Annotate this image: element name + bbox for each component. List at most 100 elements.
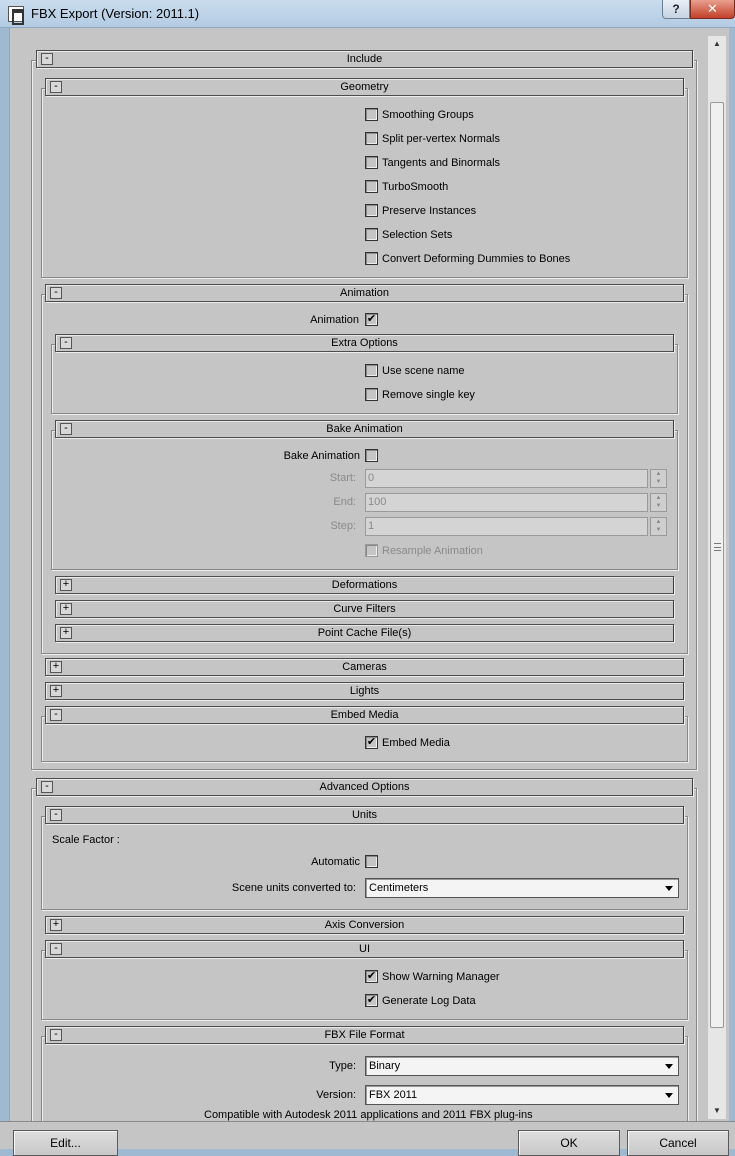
embed-media-checkbox[interactable] [365, 736, 378, 749]
show-warning-manager-checkbox[interactable] [365, 970, 378, 983]
split-normals-label: Split per-vertex Normals [382, 133, 500, 145]
close-button[interactable]: ✕ [690, 0, 735, 19]
tangents-binormals-checkbox[interactable] [365, 156, 378, 169]
start-field[interactable]: 0 [365, 469, 648, 488]
extra-options-title: Extra Options [331, 337, 398, 349]
expand-icon: + [60, 627, 72, 639]
axis-conversion-rollout-header[interactable]: + Axis Conversion [45, 916, 684, 934]
embed-media-rollout-header[interactable]: - Embed Media [45, 706, 684, 724]
spinner-up-icon: ▲ [655, 471, 662, 477]
cameras-rollout-header[interactable]: + Cameras [45, 658, 684, 676]
advanced-options-title: Advanced Options [319, 781, 410, 793]
collapse-icon: - [50, 81, 62, 93]
type-label: Type: [329, 1060, 356, 1072]
collapse-icon: - [41, 53, 53, 65]
step-spinner[interactable]: ▲ ▼ [650, 517, 667, 536]
app-icon [8, 6, 24, 25]
collapse-icon: - [50, 709, 62, 721]
collapse-icon: - [50, 809, 62, 821]
version-dropdown[interactable]: FBX 2011 [365, 1085, 679, 1105]
turbosmooth-label: TurboSmooth [382, 181, 449, 193]
point-cache-title: Point Cache File(s) [317, 627, 412, 639]
lights-title: Lights [349, 685, 380, 697]
chevron-down-icon [665, 1093, 673, 1098]
button-bar: Edit... OK Cancel [0, 1121, 735, 1156]
embed-media-label: Embed Media [382, 737, 450, 749]
edit-button[interactable]: Edit... [13, 1130, 118, 1156]
end-spinner[interactable]: ▲ ▼ [650, 493, 667, 512]
selection-sets-checkbox[interactable] [365, 228, 378, 241]
resample-animation-checkbox[interactable] [365, 544, 378, 557]
end-field[interactable]: 100 [365, 493, 648, 512]
collapse-icon: - [60, 423, 72, 435]
scene-units-dropdown[interactable]: Centimeters [365, 878, 679, 898]
expand-icon: + [50, 919, 62, 931]
use-scene-name-label: Use scene name [382, 365, 465, 377]
collapse-icon: - [60, 337, 72, 349]
curve-filters-rollout-header[interactable]: + Curve Filters [55, 600, 674, 618]
ui-rollout-header[interactable]: - UI [45, 940, 684, 958]
axis-conversion-title: Axis Conversion [324, 919, 405, 931]
chevron-down-icon [665, 1064, 673, 1069]
scroll-down-icon[interactable]: ▼ [708, 1103, 726, 1119]
expand-icon: + [60, 603, 72, 615]
generate-log-data-label: Generate Log Data [382, 995, 476, 1007]
animation-checkbox-label: Animation [310, 314, 359, 326]
collapse-icon: - [50, 287, 62, 299]
start-spinner[interactable]: ▲ ▼ [650, 469, 667, 488]
automatic-checkbox[interactable] [365, 855, 378, 868]
advanced-options-rollout-header[interactable]: - Advanced Options [36, 778, 693, 796]
show-warning-manager-label: Show Warning Manager [382, 971, 500, 983]
ui-title: UI [359, 943, 370, 955]
scale-factor-label: Scale Factor : [52, 834, 120, 846]
ui-group [41, 950, 688, 1020]
geometry-title: Geometry [340, 81, 389, 93]
help-button[interactable]: ? [662, 0, 690, 19]
point-cache-rollout-header[interactable]: + Point Cache File(s) [55, 624, 674, 642]
extra-options-group [51, 344, 678, 414]
animation-rollout-header[interactable]: - Animation [45, 284, 684, 302]
ok-button[interactable]: OK [518, 1130, 620, 1156]
deformations-rollout-header[interactable]: + Deformations [55, 576, 674, 594]
turbosmooth-checkbox[interactable] [365, 180, 378, 193]
collapse-icon: - [50, 943, 62, 955]
cancel-button[interactable]: Cancel [627, 1130, 729, 1156]
bake-animation-checkbox-label: Bake Animation [283, 450, 360, 462]
include-rollout-header[interactable]: - Include [36, 50, 693, 68]
remove-single-key-checkbox[interactable] [365, 388, 378, 401]
scroll-up-icon[interactable]: ▲ [708, 36, 726, 52]
smoothing-groups-checkbox[interactable] [365, 108, 378, 121]
step-field[interactable]: 1 [365, 517, 648, 536]
spinner-down-icon: ▼ [655, 527, 662, 533]
step-label: Step: [330, 520, 356, 532]
units-rollout-header[interactable]: - Units [45, 806, 684, 824]
use-scene-name-checkbox[interactable] [365, 364, 378, 377]
version-label: Version: [316, 1089, 356, 1101]
animation-checkbox[interactable] [365, 313, 378, 326]
spinner-down-icon: ▼ [655, 503, 662, 509]
version-value: FBX 2011 [369, 1089, 418, 1101]
vertical-scrollbar[interactable]: ▲ ▼ [708, 36, 726, 1119]
animation-title: Animation [340, 287, 389, 299]
extra-options-rollout-header[interactable]: - Extra Options [55, 334, 674, 352]
spinner-down-icon: ▼ [655, 479, 662, 485]
scene-units-value: Centimeters [369, 882, 429, 894]
collapse-icon: - [50, 1029, 62, 1041]
fbx-format-rollout-header[interactable]: - FBX File Format [45, 1026, 684, 1044]
units-title: Units [351, 809, 378, 821]
scrollbar-thumb[interactable] [710, 102, 724, 1028]
embed-media-title: Embed Media [330, 709, 399, 721]
preserve-instances-checkbox[interactable] [365, 204, 378, 217]
bake-animation-rollout-header[interactable]: - Bake Animation [55, 420, 674, 438]
lights-rollout-header[interactable]: + Lights [45, 682, 684, 700]
remove-single-key-label: Remove single key [382, 389, 475, 401]
preserve-instances-label: Preserve Instances [382, 205, 477, 217]
bake-animation-checkbox[interactable] [365, 449, 378, 462]
split-normals-checkbox[interactable] [365, 132, 378, 145]
generate-log-data-checkbox[interactable] [365, 994, 378, 1007]
convert-dummies-checkbox[interactable] [365, 252, 378, 265]
curve-filters-title: Curve Filters [333, 603, 396, 615]
geometry-rollout-header[interactable]: - Geometry [45, 78, 684, 96]
spinner-up-icon: ▲ [655, 519, 662, 525]
type-dropdown[interactable]: Binary [365, 1056, 679, 1076]
